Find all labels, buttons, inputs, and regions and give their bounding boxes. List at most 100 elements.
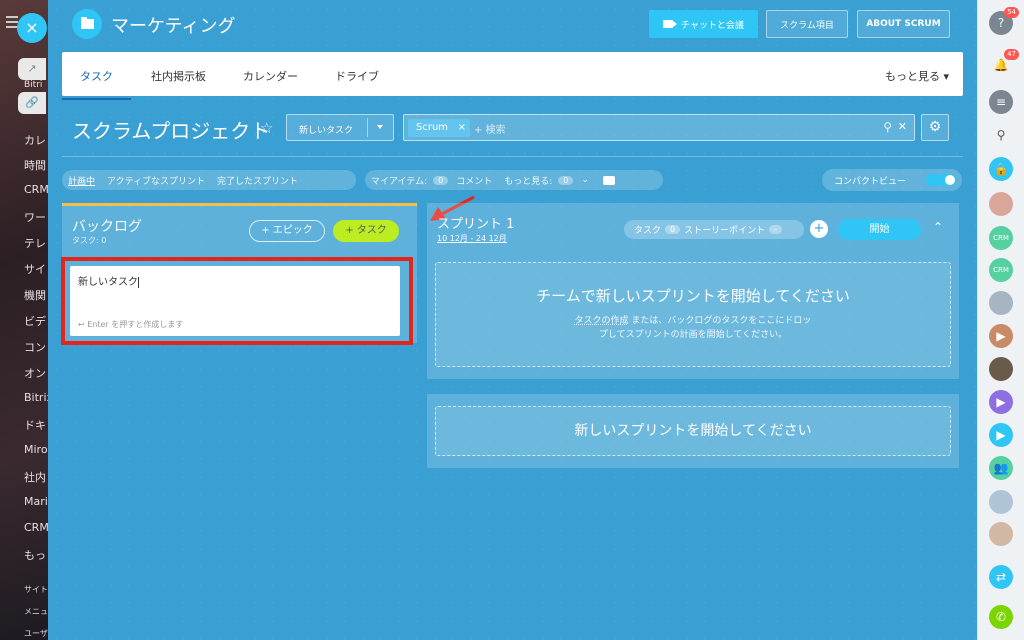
avatar[interactable] [989, 490, 1013, 514]
new-task-input[interactable]: 新しいタスク ↩ Enter を押すと作成します [70, 266, 400, 336]
help-icon[interactable]: ? 54 [989, 7, 1019, 35]
search-icon[interactable]: ⚲ [883, 120, 892, 134]
sidebar-item[interactable]: オン [24, 365, 46, 381]
phone-icon[interactable]: ✆ [989, 605, 1013, 629]
sidebar-item[interactable]: ドキ [24, 417, 46, 433]
lock-icon[interactable]: 🔒 [989, 157, 1013, 181]
avatar[interactable] [989, 522, 1013, 546]
remove-chip-icon[interactable]: × [458, 119, 466, 137]
avatar[interactable] [989, 357, 1013, 381]
copy-link-icon[interactable]: 🔗 [18, 92, 46, 114]
search-placeholder: + 検索 [474, 125, 506, 136]
sprint-filter-group: 計画中 アクティブなスプリント 完了したスプリント [62, 170, 356, 190]
sidebar-item[interactable]: 機関 [24, 287, 46, 303]
tab-tasks[interactable]: タスク [62, 68, 131, 100]
more-count: 0 [558, 175, 574, 185]
story-points-value: - [769, 225, 783, 234]
sprint-title[interactable]: スプリント 1 [437, 213, 514, 232]
tab-drive[interactable]: ドライブ [335, 68, 379, 84]
sidebar-item[interactable]: ワー [24, 209, 46, 225]
sidebar-item[interactable]: Miro [24, 443, 48, 456]
sidebar-item[interactable]: サイ [24, 261, 46, 277]
about-scrum-button[interactable]: ABOUT SCRUM [857, 10, 950, 38]
help-badge: 54 [1004, 7, 1019, 18]
search-input[interactable]: Scrum × + 検索 ⚲ ✕ [403, 114, 915, 141]
new-task-button[interactable]: 新しいタスク [286, 114, 394, 141]
sidebar-item[interactable]: コン [24, 339, 46, 355]
transfer-icon[interactable]: ⇄ [989, 565, 1013, 589]
backlog-title: バックログ [72, 219, 142, 235]
settings-gear-icon[interactable]: ⚙ [921, 114, 949, 141]
add-epic-button[interactable]: + エピック [249, 220, 325, 242]
sidebar-item[interactable]: Bitrix [24, 391, 48, 404]
group-icon[interactable]: 👥 [989, 456, 1013, 480]
crm-icon[interactable]: CRM [989, 226, 1013, 250]
crm-icon[interactable]: CRM [989, 258, 1013, 282]
chevron-up-icon[interactable]: ⌃ [933, 220, 943, 234]
video-camera-icon [663, 20, 678, 28]
task-input-value: 新しいタスク [78, 277, 138, 288]
tabs-more-button[interactable]: もっと見る ▾ [885, 68, 949, 84]
new-sprint-button[interactable]: 新しいスプリントを開始してください [435, 406, 951, 456]
more-label[interactable]: もっと見る: [498, 174, 558, 187]
toggle-switch[interactable] [926, 174, 956, 186]
sidebar-footer-item[interactable]: ユーザ [24, 628, 48, 639]
bell-icon[interactable]: 🔔 47 [989, 49, 1019, 77]
sidebar-item[interactable]: テレ [24, 235, 46, 251]
comments-label[interactable]: コメント [450, 174, 498, 187]
filter-completed-sprint[interactable]: 完了したスプリント [211, 174, 304, 187]
sidebar-footer-item[interactable]: サイト [24, 584, 48, 595]
sidebar-item[interactable]: CRM [24, 521, 48, 534]
page-title: マーケティング [111, 16, 236, 37]
create-task-link[interactable]: タスクの作成 [575, 316, 629, 326]
sidebar-item[interactable]: Bitri [24, 80, 42, 90]
sidebar-item[interactable]: 社内 [24, 469, 46, 485]
scrum-items-button[interactable]: スクラム項目 [766, 10, 848, 38]
video-call-icon[interactable]: ▶ [989, 390, 1013, 414]
chat-icon[interactable] [602, 175, 615, 185]
drop-desc-1: または、バックログのタスクをここにドロッ [628, 316, 812, 326]
sprint-dates[interactable]: 10 12月 - 24 12月 [437, 233, 507, 244]
sidebar-item[interactable]: CRM [24, 183, 48, 196]
sidebar-item[interactable]: 時間 [24, 157, 46, 173]
sprint-drop-zone[interactable]: チームで新しいスプリントを開始してください タスクの作成 または、バックログのタ… [435, 262, 951, 367]
open-new-window-icon[interactable]: ↗ [18, 58, 46, 80]
chat-bubble-icon[interactable]: ≡ [989, 90, 1013, 114]
sidebar-item[interactable]: ビデ [24, 313, 46, 329]
filter-planning[interactable]: 計画中 [62, 174, 101, 187]
tab-feed[interactable]: 社内掲示板 [151, 68, 206, 84]
filter-active-sprint[interactable]: アクティブなスプリント [101, 174, 211, 187]
sidebar-item[interactable]: Mari [24, 495, 48, 508]
my-items-label[interactable]: マイアイテム: [365, 174, 433, 187]
right-sidebar: ? 54 🔔 47 ≡ ⚲ 🔒 CRM CRM ▶ ▶ ▶ 👥 ⇄ ✆ [977, 0, 1024, 640]
my-items-filter-group: マイアイテム: 0 コメント もっと見る: 0 ⌄ [365, 170, 663, 190]
search-icon[interactable]: ⚲ [989, 123, 1013, 147]
backlog-panel: バックログ タスク: 0 + エピック + タスク 新しいタスク ↩ Enter… [61, 203, 417, 345]
project-title: スクラムプロジェクト [72, 119, 271, 143]
notification-badge: 47 [1004, 49, 1019, 60]
clear-search-icon[interactable]: ✕ [898, 120, 907, 133]
add-task-button[interactable]: + タスク [333, 220, 399, 242]
chevron-down-icon[interactable] [377, 125, 383, 129]
video-icon[interactable]: ▶ [989, 324, 1013, 348]
avatar[interactable] [989, 192, 1013, 216]
sidebar-footer-item[interactable]: メニュ [24, 606, 48, 617]
sidebar-item[interactable]: カレ [24, 132, 46, 148]
backlog-task-count: タスク: 0 [72, 236, 107, 245]
filter-chip-label: Scrum [416, 122, 449, 133]
filter-chip[interactable]: Scrum × [408, 119, 470, 137]
avatar[interactable] [989, 291, 1013, 315]
folder-icon [72, 9, 102, 39]
sidebar-item[interactable]: もっ [24, 547, 46, 563]
compact-view-toggle[interactable]: コンパクトビュー [822, 169, 962, 191]
tabs-bar: タスク 社内掲示板 カレンダー ドライブ もっと見る ▾ [62, 52, 963, 100]
star-icon[interactable]: ☆ [260, 119, 273, 137]
chevron-down-icon[interactable]: ⌄ [575, 175, 595, 185]
chat-meeting-button[interactable]: チャットと会議 [649, 10, 758, 38]
left-sidebar: × ↗ 🔗 Bitri カレ 時間 CRM ワー テレ サイ 機関 ビデ コン … [0, 0, 48, 640]
video-call-icon[interactable]: ▶ [989, 423, 1013, 447]
start-sprint-button[interactable]: 開始 [838, 219, 921, 240]
tab-calendar[interactable]: カレンダー [243, 68, 298, 84]
add-to-sprint-icon[interactable]: + [810, 220, 828, 238]
close-slider-button[interactable]: × [17, 13, 47, 43]
